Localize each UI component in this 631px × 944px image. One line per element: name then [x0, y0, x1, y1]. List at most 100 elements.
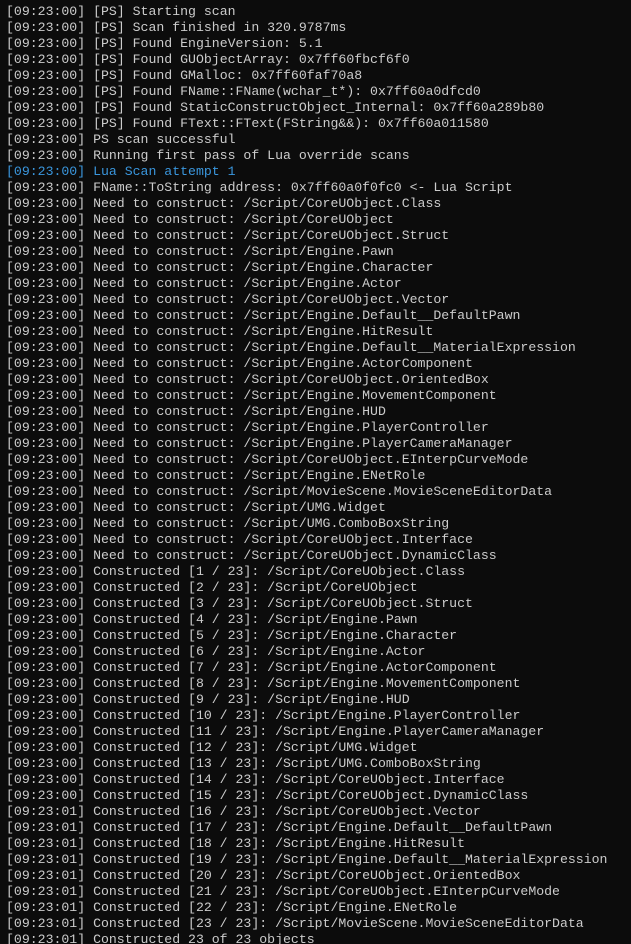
log-timestamp: [09:23:00]	[6, 484, 85, 499]
log-message: Constructed [22 / 23]: /Script/Engine.EN…	[93, 900, 457, 915]
log-timestamp: [09:23:00]	[6, 132, 85, 147]
log-line: [09:23:01] Constructed 23 of 23 objects	[6, 932, 625, 944]
log-message: Constructed [7 / 23]: /Script/Engine.Act…	[93, 660, 497, 675]
log-line: [09:23:00] Constructed [1 / 23]: /Script…	[6, 564, 625, 580]
log-timestamp: [09:23:00]	[6, 452, 85, 467]
log-timestamp: [09:23:00]	[6, 628, 85, 643]
log-message: Need to construct: /Script/Engine.Defaul…	[93, 308, 520, 323]
log-timestamp: [09:23:00]	[6, 20, 85, 35]
log-line: [09:23:00] Need to construct: /Script/UM…	[6, 500, 625, 516]
log-message: Found FName::FName(wchar_t*): 0x7ff60a0d…	[133, 84, 481, 99]
log-message: Need to construct: /Script/MovieScene.Mo…	[93, 484, 552, 499]
log-line: [09:23:00] Constructed [12 / 23]: /Scrip…	[6, 740, 625, 756]
log-timestamp: [09:23:00]	[6, 788, 85, 803]
log-message: Lua Scan attempt 1	[93, 164, 235, 179]
log-message: Need to construct: /Script/Engine.Actor	[93, 276, 402, 291]
log-message: Constructed [10 / 23]: /Script/Engine.Pl…	[93, 708, 520, 723]
log-line: [09:23:00] Need to construct: /Script/En…	[6, 388, 625, 404]
log-line: [09:23:00] Constructed [15 / 23]: /Scrip…	[6, 788, 625, 804]
log-message: Running first pass of Lua override scans	[93, 148, 410, 163]
log-line: [09:23:00] [PS] Found FText::FText(FStri…	[6, 116, 625, 132]
log-line: [09:23:00] Need to construct: /Script/En…	[6, 404, 625, 420]
log-message: Found StaticConstructObject_Internal: 0x…	[133, 100, 545, 115]
log-message: Scan finished in 320.9787ms	[133, 20, 347, 35]
log-timestamp: [09:23:00]	[6, 676, 85, 691]
log-timestamp: [09:23:00]	[6, 164, 85, 179]
log-message: Constructed [18 / 23]: /Script/Engine.Hi…	[93, 836, 465, 851]
log-timestamp: [09:23:01]	[6, 852, 85, 867]
log-message: Constructed [13 / 23]: /Script/UMG.Combo…	[93, 756, 481, 771]
log-timestamp: [09:23:00]	[6, 148, 85, 163]
log-message: Need to construct: /Script/Engine.Pawn	[93, 244, 394, 259]
log-line: [09:23:01] Constructed [20 / 23]: /Scrip…	[6, 868, 625, 884]
log-timestamp: [09:23:01]	[6, 804, 85, 819]
log-timestamp: [09:23:00]	[6, 116, 85, 131]
log-timestamp: [09:23:00]	[6, 516, 85, 531]
log-line: [09:23:00] Need to construct: /Script/Co…	[6, 372, 625, 388]
log-message: Need to construct: /Script/Engine.Moveme…	[93, 388, 497, 403]
log-line: [09:23:00] Need to construct: /Script/Co…	[6, 532, 625, 548]
log-message: Constructed [14 / 23]: /Script/CoreUObje…	[93, 772, 505, 787]
log-timestamp: [09:23:00]	[6, 468, 85, 483]
log-message: Constructed [2 / 23]: /Script/CoreUObjec…	[93, 580, 417, 595]
log-message: Constructed [21 / 23]: /Script/CoreUObje…	[93, 884, 560, 899]
log-message: Need to construct: /Script/UMG.Widget	[93, 500, 386, 515]
log-timestamp: [09:23:00]	[6, 324, 85, 339]
log-timestamp: [09:23:00]	[6, 756, 85, 771]
log-timestamp: [09:23:00]	[6, 388, 85, 403]
log-message: Need to construct: /Script/CoreUObject.E…	[93, 452, 528, 467]
log-line: [09:23:00] Constructed [3 / 23]: /Script…	[6, 596, 625, 612]
log-timestamp: [09:23:00]	[6, 100, 85, 115]
log-line: [09:23:00] Need to construct: /Script/Co…	[6, 196, 625, 212]
log-message: Constructed 23 of 23 objects	[93, 932, 315, 944]
log-line: [09:23:00] Constructed [11 / 23]: /Scrip…	[6, 724, 625, 740]
log-line: [09:23:00] Running first pass of Lua ove…	[6, 148, 625, 164]
log-timestamp: [09:23:01]	[6, 820, 85, 835]
log-line: [09:23:01] Constructed [16 / 23]: /Scrip…	[6, 804, 625, 820]
log-timestamp: [09:23:01]	[6, 884, 85, 899]
log-message: Found EngineVersion: 5.1	[133, 36, 323, 51]
log-line: [09:23:00] Constructed [8 / 23]: /Script…	[6, 676, 625, 692]
log-timestamp: [09:23:00]	[6, 420, 85, 435]
log-message: FName::ToString address: 0x7ff60a0f0fc0 …	[93, 180, 512, 195]
log-line: [09:23:00] Need to construct: /Script/Co…	[6, 548, 625, 564]
log-line: [09:23:00] FName::ToString address: 0x7f…	[6, 180, 625, 196]
log-message: Constructed [1 / 23]: /Script/CoreUObjec…	[93, 564, 465, 579]
log-line: [09:23:00] Need to construct: /Script/Co…	[6, 292, 625, 308]
log-timestamp: [09:23:00]	[6, 180, 85, 195]
log-timestamp: [09:23:00]	[6, 740, 85, 755]
log-timestamp: [09:23:00]	[6, 708, 85, 723]
log-line: [09:23:01] Constructed [21 / 23]: /Scrip…	[6, 884, 625, 900]
log-message: Need to construct: /Script/CoreUObject	[93, 212, 394, 227]
log-timestamp: [09:23:01]	[6, 932, 85, 944]
log-timestamp: [09:23:00]	[6, 564, 85, 579]
log-line: [09:23:00] Need to construct: /Script/Co…	[6, 228, 625, 244]
log-message: Found GMalloc: 0x7ff60faf70a8	[133, 68, 363, 83]
log-line: [09:23:00] Constructed [2 / 23]: /Script…	[6, 580, 625, 596]
log-timestamp: [09:23:00]	[6, 212, 85, 227]
log-tag: [PS]	[93, 68, 125, 83]
log-message: Constructed [5 / 23]: /Script/Engine.Cha…	[93, 628, 457, 643]
log-message: Constructed [11 / 23]: /Script/Engine.Pl…	[93, 724, 544, 739]
log-timestamp: [09:23:00]	[6, 84, 85, 99]
log-line: [09:23:00] Constructed [10 / 23]: /Scrip…	[6, 708, 625, 724]
log-message: Constructed [19 / 23]: /Script/Engine.De…	[93, 852, 607, 867]
log-message: Need to construct: /Script/CoreUObject.D…	[93, 548, 497, 563]
log-timestamp: [09:23:00]	[6, 228, 85, 243]
log-timestamp: [09:23:00]	[6, 692, 85, 707]
log-message: Need to construct: /Script/Engine.ENetRo…	[93, 468, 425, 483]
log-line: [09:23:00] Constructed [5 / 23]: /Script…	[6, 628, 625, 644]
log-message: Starting scan	[133, 4, 236, 19]
log-message: Constructed [8 / 23]: /Script/Engine.Mov…	[93, 676, 520, 691]
log-timestamp: [09:23:00]	[6, 660, 85, 675]
log-timestamp: [09:23:00]	[6, 276, 85, 291]
log-message: Need to construct: /Script/Engine.HUD	[93, 404, 386, 419]
log-message: Need to construct: /Script/Engine.HitRes…	[93, 324, 433, 339]
log-message: Found GUObjectArray: 0x7ff60fbcf6f0	[133, 52, 410, 67]
log-line: [09:23:00] PS scan successful	[6, 132, 625, 148]
log-timestamp: [09:23:00]	[6, 340, 85, 355]
log-tag: [PS]	[93, 36, 125, 51]
log-timestamp: [09:23:01]	[6, 868, 85, 883]
log-timestamp: [09:23:00]	[6, 532, 85, 547]
log-message: Need to construct: /Script/CoreUObject.C…	[93, 196, 441, 211]
